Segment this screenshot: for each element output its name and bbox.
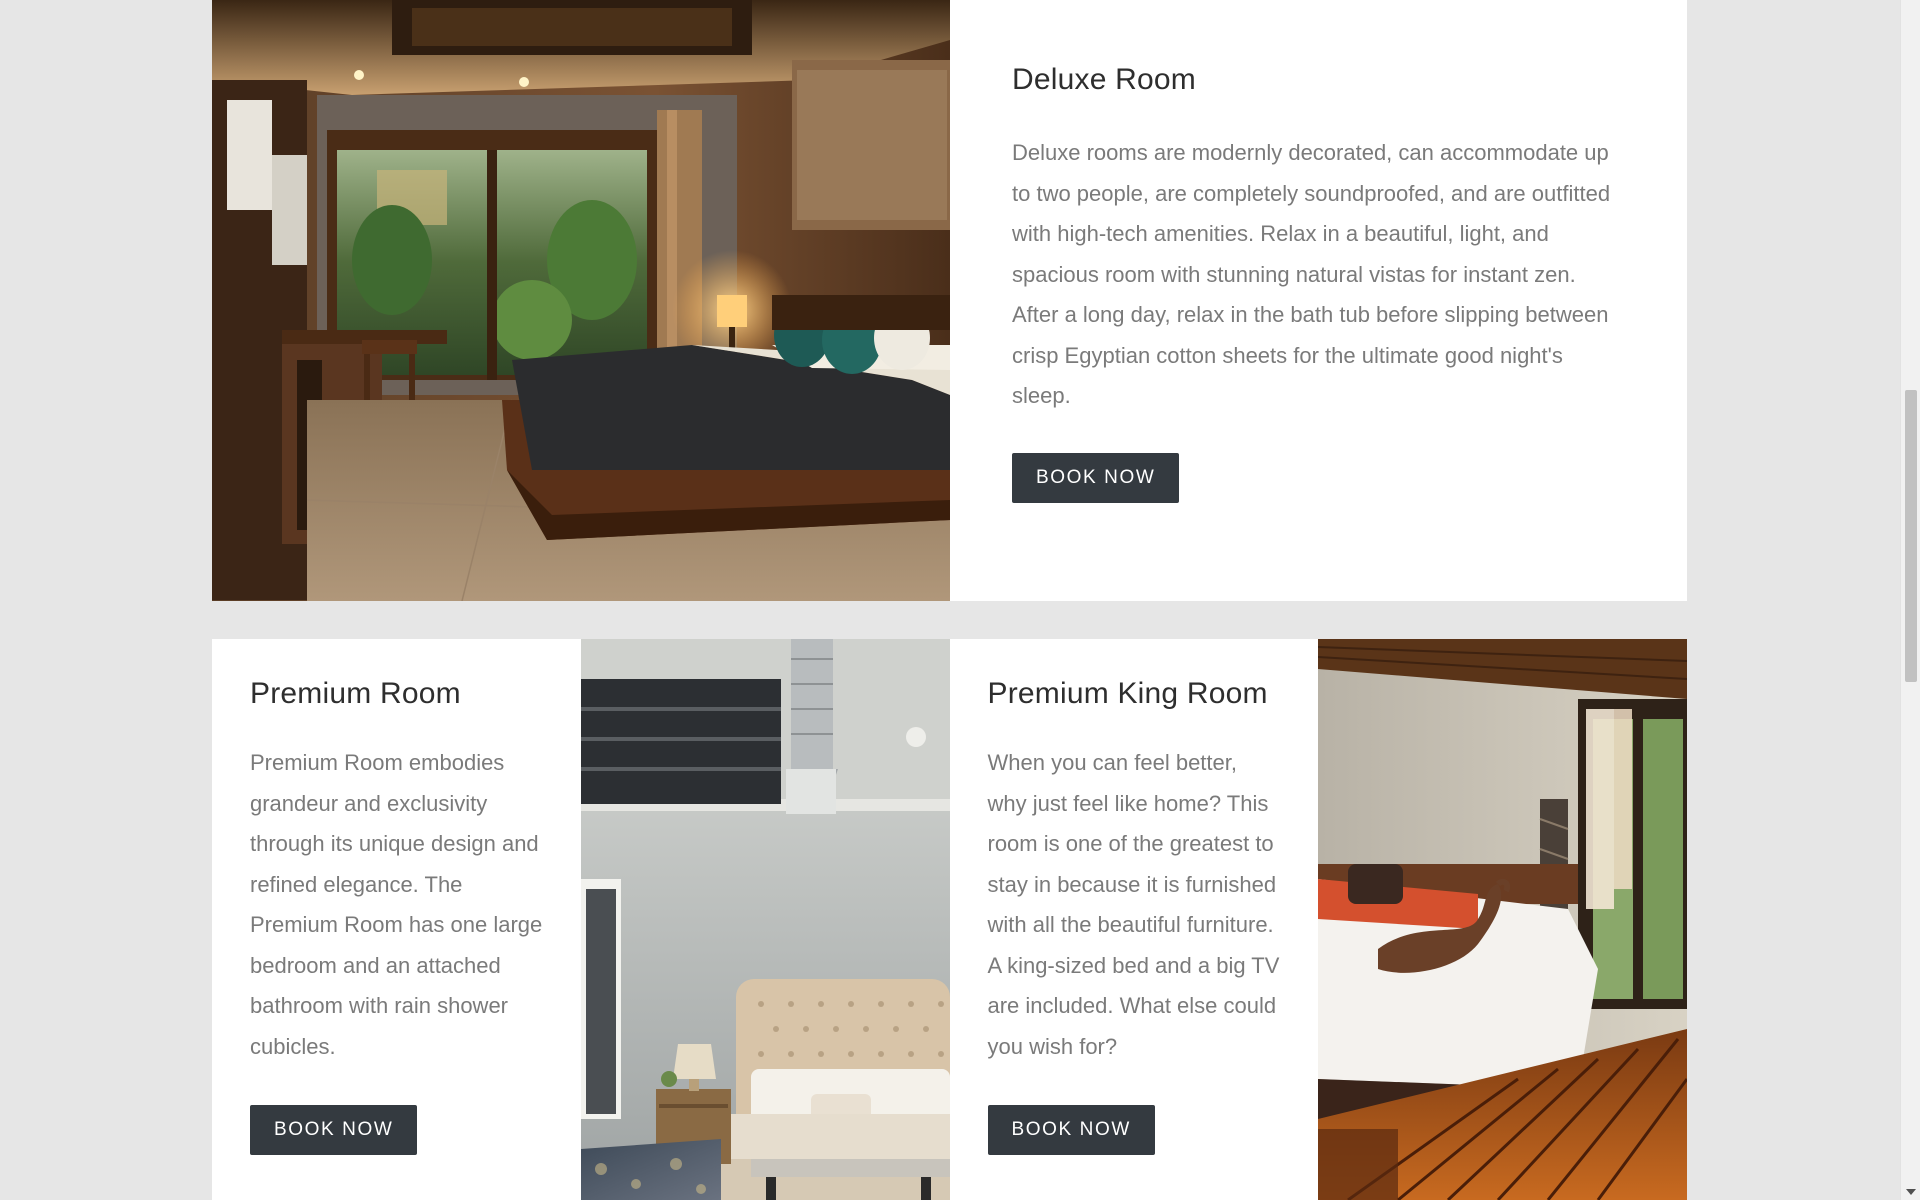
premium-king-room-title: Premium King Room: [987, 677, 1268, 710]
room-row-premium: Premium Room Premium Room embodies grand…: [212, 639, 1687, 1200]
room-card-deluxe: Deluxe Room Deluxe rooms are modernly de…: [212, 0, 1687, 601]
premium-book-now-button[interactable]: BOOK NOW: [250, 1105, 418, 1155]
premium-king-room-photo: [1318, 639, 1687, 1200]
premium-room-details: Premium Room Premium Room embodies grand…: [212, 639, 581, 1200]
deluxe-room-title: Deluxe Room: [1012, 63, 1196, 96]
premium-king-book-now-button[interactable]: BOOK NOW: [987, 1105, 1155, 1155]
premium-king-room-details: Premium King Room When you can feel bett…: [949, 639, 1319, 1200]
deluxe-room-description: Deluxe rooms are modernly decorated, can…: [1012, 140, 1611, 408]
deluxe-book-now-button[interactable]: BOOK NOW: [1012, 452, 1180, 503]
premium-room-title: Premium Room: [250, 677, 461, 710]
premium-room-photo: [580, 639, 950, 1200]
scrollbar-thumb[interactable]: [1905, 390, 1917, 682]
premium-king-room-description: When you can feel better, why just feel …: [987, 750, 1280, 1059]
page: Deluxe Room Deluxe rooms are modernly de…: [0, 0, 1920, 1200]
deluxe-room-photo: [212, 0, 950, 601]
scroll-down-arrow-icon[interactable]: [1906, 1189, 1916, 1195]
deluxe-room-details: Deluxe Room Deluxe rooms are modernly de…: [950, 0, 1687, 601]
page-scrollbar[interactable]: [1900, 0, 1920, 1200]
premium-room-description: Premium Room embodies grandeur and exclu…: [250, 750, 543, 1059]
